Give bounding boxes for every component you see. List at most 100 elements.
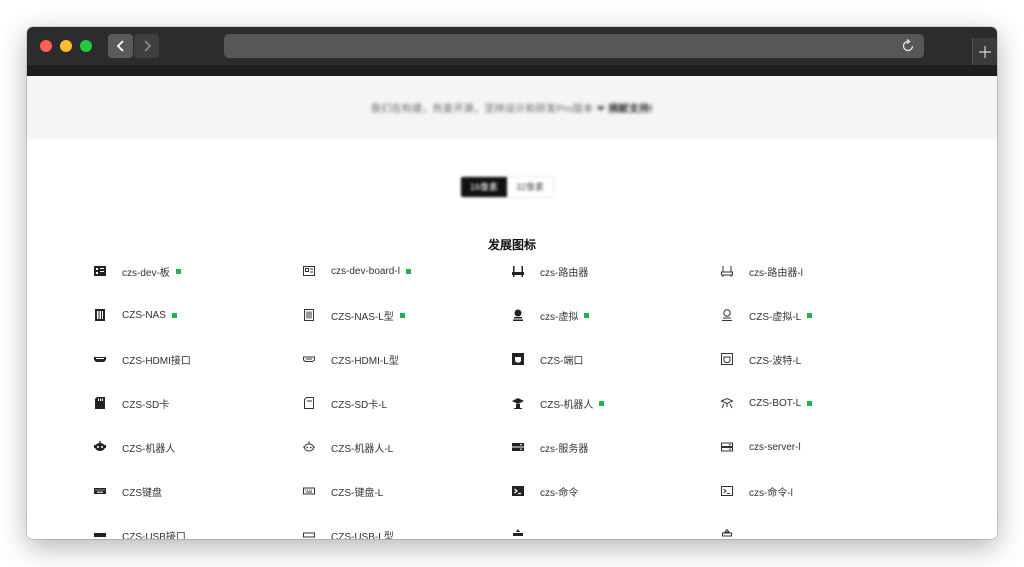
icon-row: CZS-SD卡 CZS-SD卡-L CZS-机器人 CZS-BOT-L xyxy=(27,393,997,413)
new-badge xyxy=(599,400,605,406)
icon-label: CZS-SD卡 xyxy=(122,399,170,411)
new-badge xyxy=(171,312,177,318)
icon-label: czs-命令-l xyxy=(749,487,793,499)
icon-row: CZS-机器人 CZS-机器人-L czs-服务器 czs-server-l xyxy=(27,437,997,457)
forward-button[interactable] xyxy=(134,34,159,58)
new-badge xyxy=(807,400,813,406)
icon-label: czs-服务器 xyxy=(540,443,589,455)
port-line-icon xyxy=(720,352,734,366)
icon-label: CZS-端口 xyxy=(540,355,584,367)
icon-item[interactable]: CZS-HDMI接口 xyxy=(93,349,191,369)
address-bar[interactable] xyxy=(224,34,924,58)
server-solid-icon xyxy=(511,440,525,454)
port-solid-icon xyxy=(511,352,525,366)
icon-item[interactable]: CZS-键盘-L xyxy=(302,481,383,501)
modem-line-icon xyxy=(720,528,734,539)
chevron-right-icon xyxy=(143,40,151,52)
icon-item[interactable]: CZS-USB接口 xyxy=(93,525,186,539)
size-option-32[interactable]: 32像素 xyxy=(507,177,554,197)
icon-item[interactable]: CZS-NAS-L型 xyxy=(302,305,405,325)
icon-label: CZS-USB接口 xyxy=(122,531,186,540)
page-content: 我们在构建，热爱开源，坚持设计和研发Pro版本 ❤ 捐献支持! 16像素 32像… xyxy=(27,76,997,539)
icon-label: CZS-虚拟-L xyxy=(749,311,802,323)
icon-item[interactable]: CZS-波特-L xyxy=(720,349,801,369)
icon-item[interactable]: CZS-机器人-L xyxy=(302,437,393,457)
new-tab-button[interactable] xyxy=(972,38,997,65)
back-button[interactable] xyxy=(108,34,133,58)
icon-label: CZS-HDMI接口 xyxy=(122,355,191,367)
icon-label: CZS-USB-L型 xyxy=(331,531,394,540)
icon-label: CZS-键盘-L xyxy=(331,487,384,499)
hdmi-solid-icon xyxy=(93,352,107,366)
usb-line-icon xyxy=(302,528,316,539)
new-badge xyxy=(584,312,590,318)
icon-size-toggle: 16像素 32像素 xyxy=(460,176,555,198)
icon-row: CZS-HDMI接口 CZS-HDMI-L型 CZS-端口 CZS-波特-L xyxy=(27,349,997,369)
minimize-window-button[interactable] xyxy=(60,40,72,52)
virtual-line-icon xyxy=(720,308,734,322)
icon-item[interactable]: CZS-机器人 xyxy=(511,393,605,413)
icon-item[interactable]: CZS-HDMI-L型 xyxy=(302,349,399,369)
reload-icon[interactable] xyxy=(900,38,916,54)
section-title: 发展图标 xyxy=(487,238,536,252)
router-solid-icon xyxy=(511,264,525,278)
dev-board-line-icon xyxy=(302,264,316,278)
icon-item[interactable]: CZS-USB-L型 xyxy=(302,525,394,539)
icon-label: CZS-机器人 xyxy=(540,399,594,411)
announcement-banner: 我们在构建，热爱开源，坚持设计和研发Pro版本 ❤ 捐献支持! xyxy=(27,76,997,139)
sd-card-line-icon xyxy=(302,396,316,410)
nas-line-icon xyxy=(302,308,316,322)
new-badge xyxy=(405,268,411,274)
robot-head-solid-icon xyxy=(93,440,107,454)
terminal-line-icon xyxy=(720,484,734,498)
maximize-window-button[interactable] xyxy=(80,40,92,52)
icon-label: czs-虚拟 xyxy=(540,311,579,323)
icon-item[interactable]: CZS-BOT-L xyxy=(720,393,813,413)
icon-item[interactable]: CZS-机器人 xyxy=(93,437,175,457)
banner-text: 我们在构建，热爱开源，坚持设计和研发Pro版本 ❤ 捐献支持! xyxy=(371,100,653,115)
icon-row: czs-dev-板 czs-dev-board-l czs-路由器 czs-路由器-l xyxy=(27,261,997,281)
icon-item[interactable] xyxy=(511,525,540,539)
router-line-icon xyxy=(720,264,734,278)
icon-item[interactable]: czs-命令 xyxy=(511,481,578,501)
tab-strip xyxy=(27,65,997,76)
icon-item[interactable] xyxy=(720,525,749,539)
icon-item[interactable]: czs-路由器-l xyxy=(720,261,803,281)
icon-label: CZS键盘 xyxy=(122,487,162,499)
modem-solid-icon xyxy=(511,528,525,539)
icon-item[interactable]: CZS-端口 xyxy=(511,349,583,369)
banner-message: 我们在构建，热爱开源，坚持设计和研发Pro版本 ❤ xyxy=(370,104,606,115)
icon-item[interactable]: czs-server-l xyxy=(720,437,801,457)
icon-item[interactable]: czs-命令-l xyxy=(720,481,793,501)
icon-label: CZS-NAS-L型 xyxy=(331,311,394,323)
icon-label: CZS-HDMI-L型 xyxy=(331,355,399,367)
robot-solid-icon xyxy=(511,396,525,410)
icon-item[interactable]: czs-服务器 xyxy=(511,437,588,457)
keyboard-line-icon xyxy=(302,484,316,498)
icon-label: czs-dev-board-l xyxy=(331,265,400,277)
icon-label: czs-server-l xyxy=(749,441,801,453)
icon-item[interactable]: czs-dev-board-l xyxy=(302,261,411,281)
icon-item[interactable]: czs-虚拟 xyxy=(511,305,590,325)
icon-item[interactable]: CZS键盘 xyxy=(93,481,162,501)
sd-card-solid-icon xyxy=(93,396,107,410)
terminal-solid-icon xyxy=(511,484,525,498)
close-window-button[interactable] xyxy=(40,40,52,52)
icon-item[interactable]: CZS-SD卡 xyxy=(93,393,169,413)
icon-label: CZS-波特-L xyxy=(749,355,802,367)
donate-link[interactable]: 捐献支持! xyxy=(608,104,653,115)
keyboard-solid-icon xyxy=(93,484,107,498)
new-badge xyxy=(399,312,405,318)
icon-item[interactable]: CZS-虚拟-L xyxy=(720,305,813,325)
nas-solid-icon xyxy=(93,308,107,322)
icon-item[interactable]: czs-dev-板 xyxy=(93,261,181,281)
icon-label: czs-路由器 xyxy=(540,267,589,279)
usb-solid-icon xyxy=(93,528,107,539)
size-option-16[interactable]: 16像素 xyxy=(461,177,508,197)
icon-item[interactable]: CZS-NAS xyxy=(93,305,177,325)
icon-label: czs-路由器-l xyxy=(749,267,803,279)
icon-item[interactable]: CZS-SD卡-L xyxy=(302,393,387,413)
icon-label: czs-dev-板 xyxy=(122,267,170,279)
icon-item[interactable]: czs-路由器 xyxy=(511,261,588,281)
robot-head-line-icon xyxy=(302,440,316,454)
